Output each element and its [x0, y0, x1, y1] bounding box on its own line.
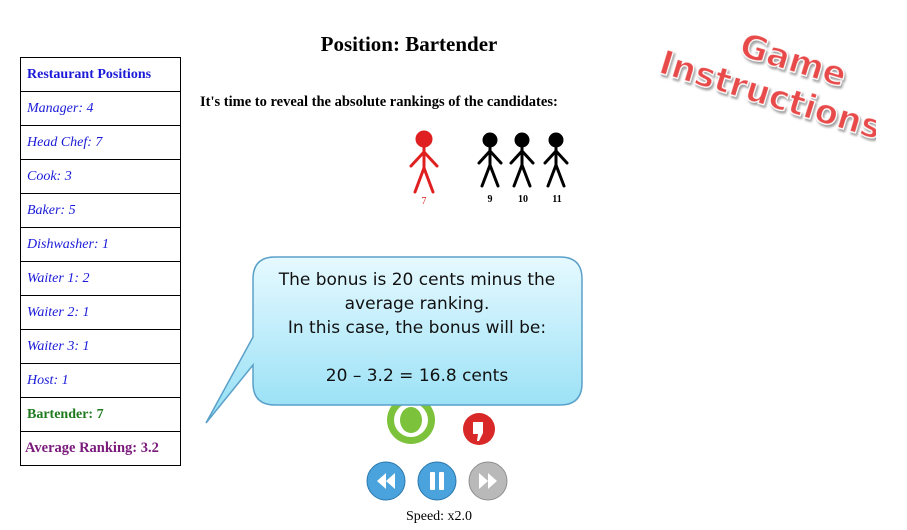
- sidebar-item-bartender: Bartender: 7: [20, 397, 181, 432]
- sidebar-item-host: Host: 1: [20, 363, 181, 398]
- page-title: Position: Bartender: [320, 32, 498, 56]
- rewind-button[interactable]: [366, 461, 406, 501]
- sidebar-item-baker: Baker: 5: [20, 193, 181, 228]
- sidebar-header: Restaurant Positions: [20, 57, 181, 92]
- candidate-figure: [477, 132, 503, 188]
- sidebar-item-waiter-3: Waiter 3: 1: [20, 329, 181, 364]
- candidate-rank-label: 11: [552, 194, 562, 205]
- game-instructions-link[interactable]: Game Instructions: [636, 16, 876, 166]
- fast-forward-button[interactable]: [468, 461, 508, 501]
- candidate-rank-label: 10: [518, 194, 528, 205]
- candidate-rank-label: 7: [421, 196, 427, 207]
- sidebar-item-dishwasher: Dishwasher: 1: [20, 227, 181, 262]
- sidebar-item-waiter-2: Waiter 2: 1: [20, 295, 181, 330]
- candidate-figure-selected: [409, 130, 439, 194]
- candidate-figure: [509, 132, 535, 188]
- bubble-line-4: 20 – 3.2 = 16.8 cents: [325, 366, 509, 386]
- candidate-rank-label: 9: [487, 194, 493, 205]
- bubble-text: The bonus is 20 cents minus the average …: [256, 268, 578, 388]
- speed-label: Speed: x2.0: [405, 509, 473, 524]
- sidebar-item-manager: Manager: 4: [20, 91, 181, 126]
- bubble-line-3: In this case, the bonus will be:: [287, 318, 547, 338]
- instructions-text: It's time to reveal the absolute ranking…: [200, 94, 558, 110]
- bubble-blank-line: [256, 340, 578, 364]
- average-ranking: Average Ranking: 3.2: [20, 431, 181, 466]
- sidebar-item-head-chef: Head Chef: 7: [20, 125, 181, 160]
- bubble-line-1: The bonus is 20 cents minus the: [278, 270, 556, 290]
- candidate-figure: [543, 132, 569, 188]
- sidebar-item-waiter-1: Waiter 1: 2: [20, 261, 181, 296]
- bubble-line-2: average ranking.: [344, 294, 490, 314]
- pause-button[interactable]: [417, 461, 457, 501]
- positions-sidebar: Restaurant Positions Manager: 4 Head Che…: [20, 57, 181, 466]
- sidebar-item-cook: Cook: 3: [20, 159, 181, 194]
